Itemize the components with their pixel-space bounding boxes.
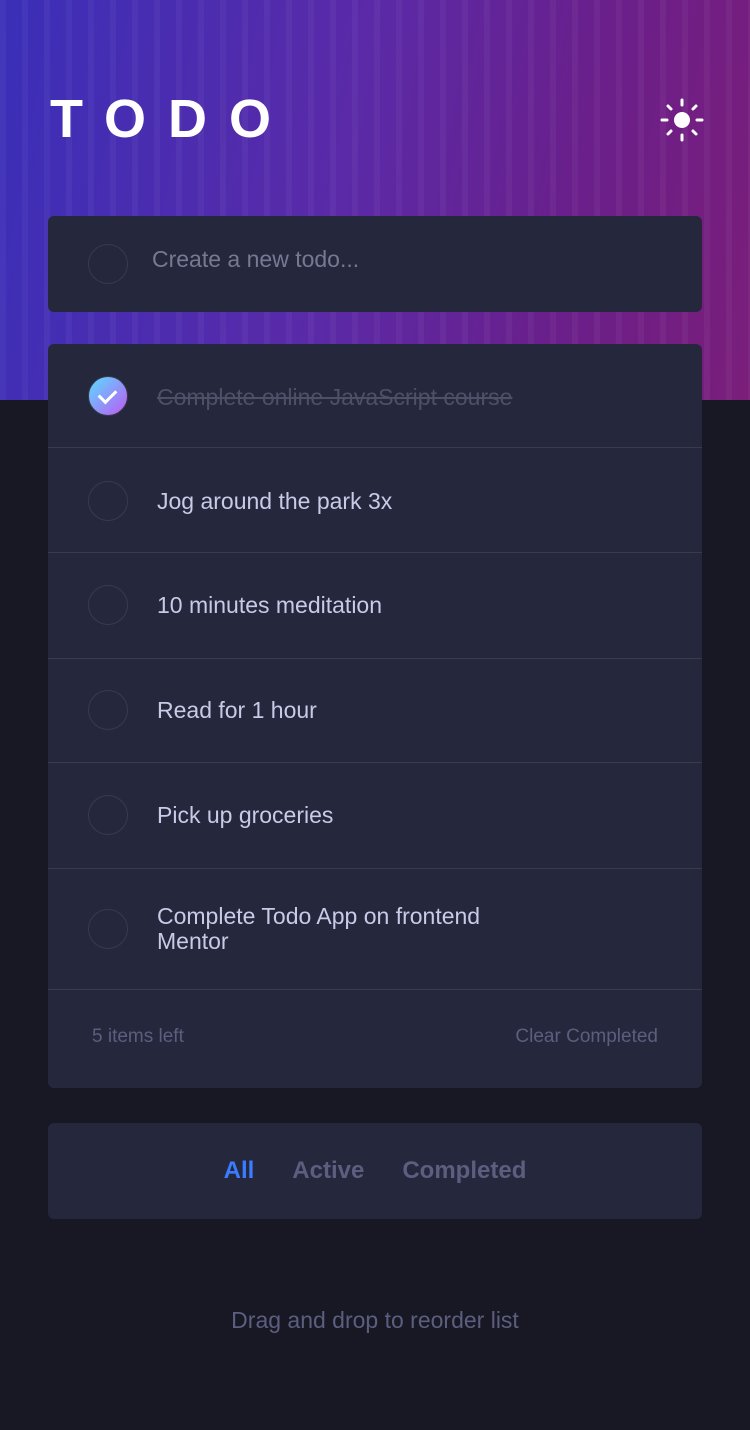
todo-text: Read for 1 hour xyxy=(157,697,317,723)
filter-all[interactable]: All xyxy=(224,1157,255,1185)
todo-item[interactable]: Jog around the park 3x xyxy=(48,448,702,553)
todo-text: Jog around the park 3x xyxy=(157,488,393,514)
filter-active[interactable]: Active xyxy=(292,1157,364,1185)
checkbox[interactable] xyxy=(88,481,128,521)
header-background xyxy=(0,0,750,400)
todo-text: Complete online JavaScript course xyxy=(157,384,513,410)
app-title: TODO xyxy=(50,89,294,149)
filter-completed[interactable]: Completed xyxy=(402,1157,526,1185)
todo-text: Pick up groceries xyxy=(157,802,334,828)
new-todo-input[interactable] xyxy=(152,246,652,273)
items-left: 5 items left xyxy=(92,1026,184,1047)
todo-item[interactable]: Complete Todo App on frontend Mentor xyxy=(48,869,702,990)
new-todo-circle[interactable] xyxy=(88,244,128,284)
todo-item[interactable]: 10 minutes meditation xyxy=(48,553,702,659)
drag-hint: Drag and drop to reorder list xyxy=(231,1307,519,1333)
checkbox[interactable] xyxy=(88,909,128,949)
checkbox-checked[interactable] xyxy=(88,376,128,416)
filter-bar: All Active Completed xyxy=(48,1123,702,1219)
clear-completed-button[interactable]: Clear Completed xyxy=(515,1026,658,1048)
checkbox[interactable] xyxy=(88,585,128,625)
todo-text: Complete Todo App on frontend Mentor xyxy=(157,903,481,954)
checkbox[interactable] xyxy=(88,795,128,835)
theme-toggle-sun-icon[interactable] xyxy=(660,98,704,142)
todo-item[interactable]: Pick up groceries xyxy=(48,763,702,869)
todo-text: 10 minutes meditation xyxy=(157,592,383,618)
todo-item[interactable]: Read for 1 hour xyxy=(48,659,702,763)
new-todo-card xyxy=(48,216,702,312)
todo-item[interactable]: Complete online JavaScript course xyxy=(48,344,702,448)
todo-list: Complete online JavaScript course Jog ar… xyxy=(48,344,702,1088)
checkbox[interactable] xyxy=(88,690,128,730)
